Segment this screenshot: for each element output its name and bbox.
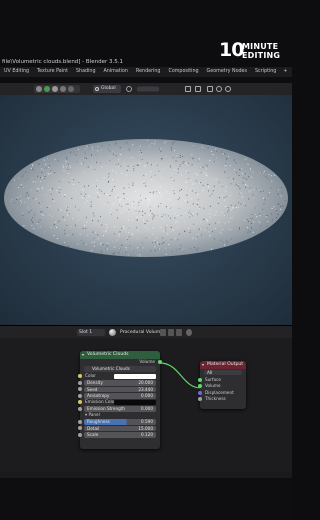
emission-color-swatch[interactable] <box>114 400 156 405</box>
solid-shading-icon[interactable] <box>52 86 58 92</box>
overlay-icon[interactable] <box>195 86 201 92</box>
logo-number: 10 <box>219 39 244 61</box>
group-selector-row: Volumetric Clouds <box>80 366 160 374</box>
seed-field[interactable]: Seed 23.440 <box>84 386 156 392</box>
volume-input-socket[interactable] <box>198 384 202 389</box>
window-title: file\Volumetric clouds.blend] - Blender … <box>2 59 123 65</box>
color-swatch[interactable] <box>114 374 156 379</box>
material-shading-icon[interactable] <box>60 86 66 92</box>
scale-input-socket[interactable] <box>78 432 82 437</box>
node-title: Material Output <box>207 362 244 367</box>
3d-viewport[interactable] <box>0 95 292 325</box>
tab-animation[interactable]: Animation <box>100 67 132 77</box>
tab-compositing[interactable]: Compositing <box>164 67 202 77</box>
node-group-dropdown[interactable]: Volumetric Clouds <box>84 366 156 372</box>
logo-line1: MINUTE <box>242 42 279 51</box>
node-title: Volumetric Clouds <box>87 352 129 357</box>
status-area <box>0 472 292 520</box>
displacement-input-socket[interactable] <box>198 390 202 395</box>
emission-strength-field[interactable]: Emission Strength 0.000 <box>84 406 156 412</box>
density-input-socket[interactable] <box>78 380 82 385</box>
surface-input-socket[interactable] <box>198 377 202 382</box>
tab-uv-editing[interactable]: UV Editing <box>0 67 33 77</box>
volumetric-clouds-node[interactable]: ▾ Volumetric Clouds Volume Volumetric Cl… <box>78 351 162 449</box>
viewport-header: Global <box>0 83 292 95</box>
status-bar <box>0 472 292 478</box>
anisotropy-field[interactable]: Anisotropy 0.000 <box>84 393 156 399</box>
collapse-chevron-icon[interactable]: ▾ <box>82 351 84 359</box>
cloud-noise-texture <box>9 140 286 257</box>
anisotropy-input-socket[interactable] <box>78 393 82 398</box>
thickness-input-socket[interactable] <box>198 397 202 402</box>
rendered-sphere-icon[interactable] <box>225 86 231 92</box>
tab-texture-paint[interactable]: Texture Paint <box>33 67 72 77</box>
tab-rendering[interactable]: Rendering <box>132 67 165 77</box>
input-thickness-row: Thickness <box>198 396 246 403</box>
xray-icon[interactable] <box>207 86 213 92</box>
node-header[interactable]: ▾ Volumetric Clouds <box>80 351 160 359</box>
collapse-chevron-icon[interactable]: ▾ <box>202 361 204 369</box>
input-scale-row: Scale 0.120 <box>78 432 160 439</box>
color-input-socket[interactable] <box>78 374 82 379</box>
density-field[interactable]: Density 20.000 <box>84 380 156 386</box>
workspace-tabs: UV Editing Texture Paint Shading Animati… <box>0 67 292 77</box>
seed-input-socket[interactable] <box>78 387 82 392</box>
tab-shading[interactable]: Shading <box>72 67 100 77</box>
roughness-input-socket[interactable] <box>78 419 82 424</box>
emission-color-input-socket[interactable] <box>78 400 82 405</box>
rendered-shading-icon[interactable] <box>68 86 74 92</box>
target-dropdown[interactable]: All <box>204 369 242 375</box>
add-workspace-button[interactable]: + <box>280 67 290 77</box>
orientation-icon <box>95 87 99 91</box>
viewport-tools[interactable] <box>103 85 159 93</box>
tab-scripting[interactable]: Scripting <box>251 67 280 77</box>
target-row: All <box>200 369 246 377</box>
scale-field[interactable]: Scale 0.120 <box>84 432 156 438</box>
emission-strength-input-socket[interactable] <box>78 406 82 411</box>
tab-geometry-nodes[interactable]: Geometry Nodes <box>203 67 251 77</box>
gizmo-icon[interactable] <box>185 86 191 92</box>
detail-input-socket[interactable] <box>78 426 82 431</box>
material-output-node[interactable]: ▾ Material Output All Surface Volume Dis… <box>198 361 246 409</box>
node-header[interactable]: ▾ Material Output <box>200 361 246 369</box>
detail-field[interactable]: Detail 15.000 <box>84 425 156 431</box>
object-mode-icon[interactable] <box>44 86 50 92</box>
roughness-slider[interactable]: Roughness 0.590 <box>84 419 156 425</box>
select-mode-icon[interactable] <box>36 86 42 92</box>
shading-sphere-icon[interactable] <box>216 86 222 92</box>
